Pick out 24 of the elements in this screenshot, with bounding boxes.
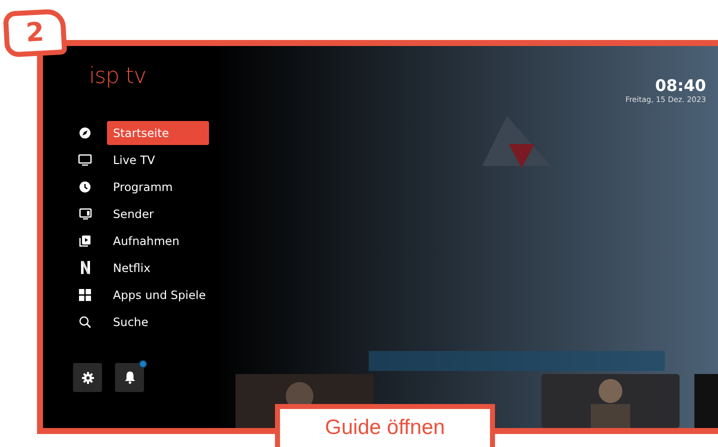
menu-item[interactable]: Suche — [107, 310, 209, 334]
settings-icon — [82, 372, 94, 384]
menu-item[interactable]: Programm — [107, 174, 209, 198]
menu-item[interactable]: Aufnahmen — [107, 228, 209, 252]
callout-label: Guide öffnen — [275, 404, 495, 447]
channel-list-icon — [78, 208, 92, 220]
search-icon — [79, 316, 91, 328]
grid-icon — [79, 288, 91, 300]
step-badge: 2 — [2, 8, 68, 58]
menu-item[interactable]: Sender — [107, 202, 209, 226]
clock-icon — [79, 180, 91, 192]
menu-item[interactable]: Apps und Spiele — [107, 282, 209, 306]
recordings-icon — [79, 234, 91, 246]
notifications-button[interactable] — [115, 363, 144, 392]
menu-item[interactable]: Live TV — [107, 148, 209, 172]
bell-icon — [124, 371, 136, 384]
clock-time: 08:40 — [654, 76, 706, 95]
menu-item[interactable]: Netflix — [107, 256, 209, 280]
tv-icon — [78, 154, 92, 166]
n-logo-icon — [80, 261, 90, 274]
logo: isp tv — [89, 64, 146, 89]
menu-item[interactable]: Startseite — [107, 120, 209, 144]
settings-button[interactable] — [73, 363, 102, 392]
compass-icon — [79, 126, 91, 138]
